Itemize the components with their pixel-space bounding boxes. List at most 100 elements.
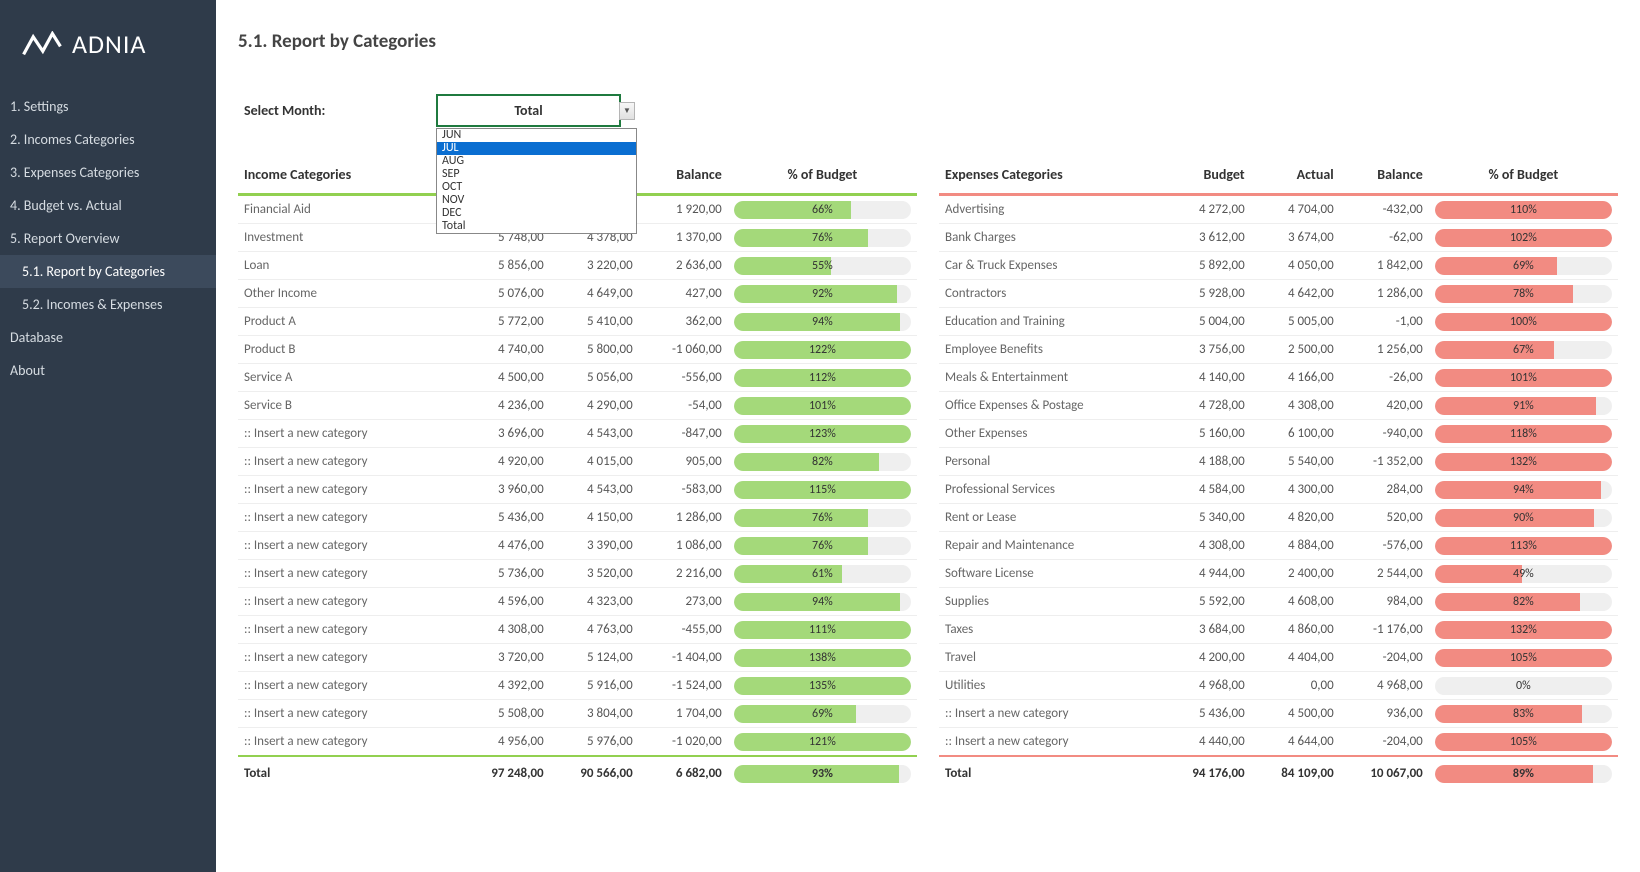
- nav-item[interactable]: Database: [0, 321, 216, 354]
- category-name: Service B: [238, 392, 461, 420]
- progress-label: 76%: [734, 509, 911, 527]
- table-row[interactable]: Advertising4 272,004 704,00-432,00110%: [939, 195, 1618, 224]
- nav-item[interactable]: 3. Expenses Categories: [0, 156, 216, 189]
- table-row[interactable]: Loan5 856,003 220,002 636,0055%: [238, 252, 917, 280]
- table-row[interactable]: Service B4 236,004 290,00-54,00101%: [238, 392, 917, 420]
- table-row[interactable]: Software License4 944,002 400,002 544,00…: [939, 560, 1618, 588]
- budget-value: 4 188,00: [1162, 448, 1251, 476]
- category-name: Product A: [238, 308, 461, 336]
- table-row[interactable]: Professional Services4 584,004 300,00284…: [939, 476, 1618, 504]
- table-row[interactable]: Taxes3 684,004 860,00-1 176,00132%: [939, 616, 1618, 644]
- progress-label: 132%: [1435, 621, 1612, 639]
- table-row[interactable]: :: Insert a new category3 960,004 543,00…: [238, 476, 917, 504]
- nav-item[interactable]: 2. Incomes Categories: [0, 123, 216, 156]
- table-row[interactable]: Contractors5 928,004 642,001 286,0078%: [939, 280, 1618, 308]
- table-row[interactable]: Product B4 740,005 800,00-1 060,00122%: [238, 336, 917, 364]
- actual-value: 6 100,00: [1251, 420, 1340, 448]
- progress-label: 132%: [1435, 453, 1612, 471]
- table-row[interactable]: :: Insert a new category3 720,005 124,00…: [238, 644, 917, 672]
- table-row[interactable]: :: Insert a new category4 920,004 015,00…: [238, 448, 917, 476]
- table-row[interactable]: Repair and Maintenance4 308,004 884,00-5…: [939, 532, 1618, 560]
- progress-bar: 138%: [734, 649, 911, 667]
- dropdown-option[interactable]: NOV: [437, 194, 636, 207]
- category-name: :: Insert a new category: [238, 560, 461, 588]
- balance-value: -455,00: [639, 616, 728, 644]
- table-row[interactable]: :: Insert a new category5 736,003 520,00…: [238, 560, 917, 588]
- nav-item[interactable]: 5.1. Report by Categories: [0, 255, 216, 288]
- table-row[interactable]: Supplies5 592,004 608,00984,0082%: [939, 588, 1618, 616]
- table-row[interactable]: :: Insert a new category4 956,005 976,00…: [238, 728, 917, 757]
- table-row[interactable]: :: Insert a new category5 508,003 804,00…: [238, 700, 917, 728]
- budget-value: 4 392,00: [461, 672, 550, 700]
- table-row[interactable]: Service A4 500,005 056,00-556,00112%: [238, 364, 917, 392]
- progress-bar: 115%: [734, 481, 911, 499]
- actual-value: 4 166,00: [1251, 364, 1340, 392]
- table-row[interactable]: Office Expenses & Postage4 728,004 308,0…: [939, 392, 1618, 420]
- balance-value: -1 524,00: [639, 672, 728, 700]
- category-name: :: Insert a new category: [238, 700, 461, 728]
- nav-item[interactable]: 5. Report Overview: [0, 222, 216, 255]
- actual-value: 4 323,00: [550, 588, 639, 616]
- nav-item[interactable]: 1. Settings: [0, 90, 216, 123]
- progress-bar: 61%: [734, 565, 911, 583]
- table-row[interactable]: Other Expenses5 160,006 100,00-940,00118…: [939, 420, 1618, 448]
- nav-item[interactable]: About: [0, 354, 216, 387]
- table-row[interactable]: :: Insert a new category5 436,004 150,00…: [238, 504, 917, 532]
- table-row[interactable]: :: Insert a new category5 436,004 500,00…: [939, 700, 1618, 728]
- month-select[interactable]: Total ▼ JUNJULAUGSEPOCTNOVDECTotal: [436, 94, 621, 127]
- table-row[interactable]: Other Income5 076,004 649,00427,0092%: [238, 280, 917, 308]
- progress-bar: 94%: [734, 593, 911, 611]
- table-row[interactable]: :: Insert a new category4 596,004 323,00…: [238, 588, 917, 616]
- dropdown-option[interactable]: OCT: [437, 181, 636, 194]
- table-row[interactable]: :: Insert a new category4 476,003 390,00…: [238, 532, 917, 560]
- dropdown-option[interactable]: AUG: [437, 155, 636, 168]
- balance-value: -1,00: [1340, 308, 1429, 336]
- table-row[interactable]: Travel4 200,004 404,00-204,00105%: [939, 644, 1618, 672]
- progress-bar: 76%: [734, 509, 911, 527]
- table-row[interactable]: Employee Benefits3 756,002 500,001 256,0…: [939, 336, 1618, 364]
- actual-value: 3 220,00: [550, 252, 639, 280]
- table-row[interactable]: :: Insert a new category4 308,004 763,00…: [238, 616, 917, 644]
- budget-value: 97 248,00: [461, 756, 550, 787]
- month-select-button[interactable]: Total ▼: [436, 94, 621, 127]
- actual-value: 3 674,00: [1251, 224, 1340, 252]
- table-row[interactable]: Utilities4 968,000,004 968,000%: [939, 672, 1618, 700]
- month-dropdown[interactable]: JUNJULAUGSEPOCTNOVDECTotal: [436, 128, 637, 234]
- progress-bar: 102%: [1435, 229, 1612, 247]
- table-row[interactable]: :: Insert a new category3 696,004 543,00…: [238, 420, 917, 448]
- chevron-down-icon[interactable]: ▼: [619, 102, 635, 120]
- dropdown-option[interactable]: SEP: [437, 168, 636, 181]
- balance-value: 2 544,00: [1340, 560, 1429, 588]
- nav-item[interactable]: 4. Budget vs. Actual: [0, 189, 216, 222]
- balance-value: 10 067,00: [1340, 756, 1429, 787]
- dropdown-option[interactable]: Total: [437, 220, 636, 233]
- balance-value: -1 020,00: [639, 728, 728, 757]
- category-name: :: Insert a new category: [238, 672, 461, 700]
- dropdown-option[interactable]: JUN: [437, 129, 636, 142]
- table-row[interactable]: :: Insert a new category4 392,005 916,00…: [238, 672, 917, 700]
- table-row[interactable]: Product A5 772,005 410,00362,0094%: [238, 308, 917, 336]
- nav-item[interactable]: 5.2. Incomes & Expenses: [0, 288, 216, 321]
- brand-logo: ADNIA: [0, 18, 216, 90]
- table-row[interactable]: :: Insert a new category4 440,004 644,00…: [939, 728, 1618, 757]
- col-header: Balance: [639, 156, 728, 195]
- progress-bar: 93%: [734, 765, 911, 783]
- progress-label: 69%: [1435, 257, 1612, 275]
- actual-value: 4 649,00: [550, 280, 639, 308]
- table-row[interactable]: Car & Truck Expenses5 892,004 050,001 84…: [939, 252, 1618, 280]
- dropdown-option[interactable]: DEC: [437, 207, 636, 220]
- table-row[interactable]: Education and Training5 004,005 005,00-1…: [939, 308, 1618, 336]
- progress-bar: 118%: [1435, 425, 1612, 443]
- table-row[interactable]: Personal4 188,005 540,00-1 352,00132%: [939, 448, 1618, 476]
- progress-label: 102%: [1435, 229, 1612, 247]
- table-row[interactable]: Meals & Entertainment4 140,004 166,00-26…: [939, 364, 1618, 392]
- dropdown-option[interactable]: JUL: [437, 142, 636, 155]
- col-header: Actual: [1251, 156, 1340, 195]
- progress-bar: 132%: [1435, 621, 1612, 639]
- progress-label: 78%: [1435, 285, 1612, 303]
- table-row[interactable]: Bank Charges3 612,003 674,00-62,00102%: [939, 224, 1618, 252]
- budget-value: 4 956,00: [461, 728, 550, 757]
- logo-icon: [22, 31, 62, 57]
- table-row[interactable]: Rent or Lease5 340,004 820,00520,0090%: [939, 504, 1618, 532]
- category-name: :: Insert a new category: [238, 616, 461, 644]
